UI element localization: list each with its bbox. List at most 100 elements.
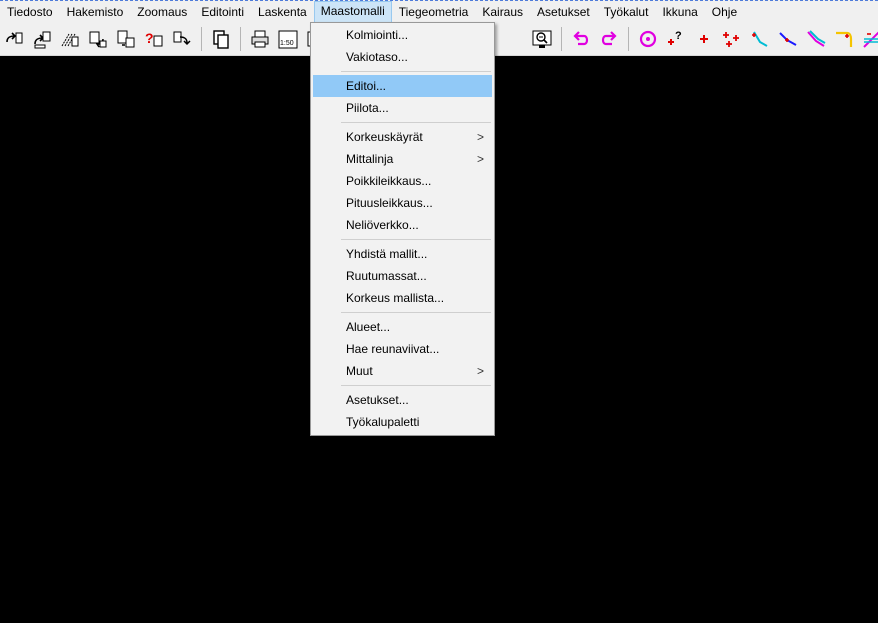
menu-item-tyokalupaletti[interactable]: Työkalupaletti	[313, 411, 492, 433]
menu-tiegeometria[interactable]: Tiegeometria	[392, 2, 476, 22]
copy-icon	[213, 29, 229, 49]
menu-item-ruutumassat[interactable]: Ruutumassat...	[313, 265, 492, 287]
toolbar-separator	[240, 26, 241, 51]
menu-item-nelioverkko[interactable]: Neliöverkko...	[313, 214, 492, 236]
menu-item-label: Ruutumassat...	[346, 269, 427, 283]
polyline-tool-button[interactable]	[776, 27, 800, 51]
target-circle-icon	[639, 30, 657, 47]
menu-separator	[341, 122, 491, 123]
point-query-button[interactable]: ?	[664, 27, 688, 51]
zoom-out-button[interactable]	[530, 27, 554, 51]
toolbar-separator	[561, 26, 562, 51]
menu-separator	[341, 385, 491, 386]
menu-item-label: Alueet...	[346, 320, 391, 334]
open-points-icon	[61, 33, 79, 46]
menu-item-label: Yhdistä mallit...	[346, 247, 428, 261]
menu-maastomalli[interactable]: Maastomalli	[313, 0, 392, 23]
menu-item-kolmiointi[interactable]: Kolmiointi...	[313, 24, 492, 46]
export-button[interactable]	[170, 27, 194, 51]
add-point-button[interactable]	[692, 27, 716, 51]
print-scale-button[interactable]: 1:50	[276, 27, 300, 51]
open-file-icon	[6, 31, 23, 43]
menu-zoomaus[interactable]: Zoomaus	[130, 2, 194, 22]
menu-tyokalut[interactable]: Työkalut	[597, 2, 656, 22]
menu-item-label: Muut	[346, 364, 373, 378]
redo-button[interactable]	[597, 27, 621, 51]
multi-plus-icon	[723, 31, 739, 47]
double-line-button[interactable]	[804, 27, 828, 51]
save-as-button[interactable]	[114, 27, 138, 51]
polyline-icon	[779, 31, 797, 46]
toolbar-separator	[201, 26, 202, 51]
double-line-icon	[807, 29, 826, 47]
menu-asetukset[interactable]: Asetukset	[530, 2, 597, 22]
menu-ikkuna[interactable]: Ikkuna	[655, 2, 704, 22]
menu-item-editoi[interactable]: Editoi...	[313, 75, 492, 97]
add-points-button[interactable]	[720, 27, 744, 51]
menu-tiedosto[interactable]: Tiedosto	[0, 2, 60, 22]
save-file-button[interactable]	[86, 27, 110, 51]
line-tool-button[interactable]	[748, 27, 772, 51]
menu-item-label: Kolmiointi...	[346, 28, 409, 42]
menu-item-label: Editoi...	[346, 79, 387, 93]
zoom-monitor-icon	[532, 30, 552, 48]
menu-separator	[341, 71, 491, 72]
svg-text:?: ?	[145, 30, 154, 46]
menu-item-label: Mittalinja	[346, 152, 394, 166]
menu-item-label: Työkalupaletti	[346, 415, 420, 429]
menu-item-hae-reunaviivat[interactable]: Hae reunaviivat...	[313, 338, 492, 360]
menu-item-label: Korkeus mallista...	[346, 291, 445, 305]
menu-item-korkeuskayrat[interactable]: Korkeuskäyrät >	[313, 126, 492, 148]
line-icon	[752, 30, 768, 47]
menu-item-mittalinja[interactable]: Mittalinja >	[313, 148, 492, 170]
menu-separator	[341, 239, 491, 240]
redo-icon	[601, 30, 617, 45]
menu-ohje[interactable]: Ohje	[705, 2, 744, 22]
menu-item-pituusleikkaus[interactable]: Pituusleikkaus...	[313, 192, 492, 214]
svg-text:?: ?	[675, 30, 682, 42]
menu-item-poikkileikkaus[interactable]: Poikkileikkaus...	[313, 170, 492, 192]
menu-item-label: Vakiotaso...	[346, 50, 408, 64]
submenu-arrow-icon: >	[476, 364, 484, 378]
menu-kairaus[interactable]: Kairaus	[475, 2, 530, 22]
open-file-button[interactable]	[2, 27, 26, 51]
menu-item-muut[interactable]: Muut >	[313, 360, 492, 382]
menu-item-label: Pituusleikkaus...	[346, 196, 433, 210]
print-scale-icon: 1:50	[278, 30, 298, 48]
open-points-button[interactable]	[58, 27, 82, 51]
menu-item-label: Hae reunaviivat...	[346, 342, 440, 356]
menu-item-label: Korkeuskäyrät	[346, 130, 423, 144]
export-icon	[173, 31, 191, 45]
cross-lines-button[interactable]	[860, 27, 878, 51]
undo-button[interactable]	[569, 27, 593, 51]
menu-item-vakiotaso[interactable]: Vakiotaso...	[313, 46, 492, 68]
menu-laskenta[interactable]: Laskenta	[251, 2, 314, 22]
submenu-arrow-icon: >	[476, 152, 484, 166]
menu-editointi[interactable]: Editointi	[194, 2, 251, 22]
printer-icon	[251, 30, 269, 47]
menu-item-label: Piilota...	[346, 101, 389, 115]
menu-hakemisto[interactable]: Hakemisto	[60, 2, 131, 22]
point-query-icon: ?	[668, 30, 682, 45]
menu-item-yhdista-mallit[interactable]: Yhdistä mallit...	[313, 243, 492, 265]
menu-item-label: Poikkileikkaus...	[346, 174, 432, 188]
menu-item-alueet[interactable]: Alueet...	[313, 316, 492, 338]
scale-label: 1:50	[280, 40, 294, 47]
plus-icon	[700, 34, 708, 43]
copy-button[interactable]	[209, 27, 233, 51]
open-unknown-button[interactable]: ?	[142, 27, 166, 51]
question-file-icon: ?	[145, 30, 163, 46]
arc-icon	[836, 31, 853, 47]
arc-tool-button[interactable]	[832, 27, 856, 51]
submenu-arrow-icon: >	[476, 130, 484, 144]
menu-item-korkeus-mallista[interactable]: Korkeus mallista...	[313, 287, 492, 309]
open-drawing-button[interactable]	[30, 27, 54, 51]
menu-item-label: Neliöverkko...	[346, 218, 419, 232]
menu-item-label: Asetukset...	[346, 393, 409, 407]
menu-item-asetukset[interactable]: Asetukset...	[313, 389, 492, 411]
print-button[interactable]	[248, 27, 272, 51]
menu-separator	[341, 312, 491, 313]
menu-item-piilota[interactable]: Piilota...	[313, 97, 492, 119]
save-as-icon	[117, 30, 135, 47]
target-button[interactable]	[636, 27, 660, 51]
